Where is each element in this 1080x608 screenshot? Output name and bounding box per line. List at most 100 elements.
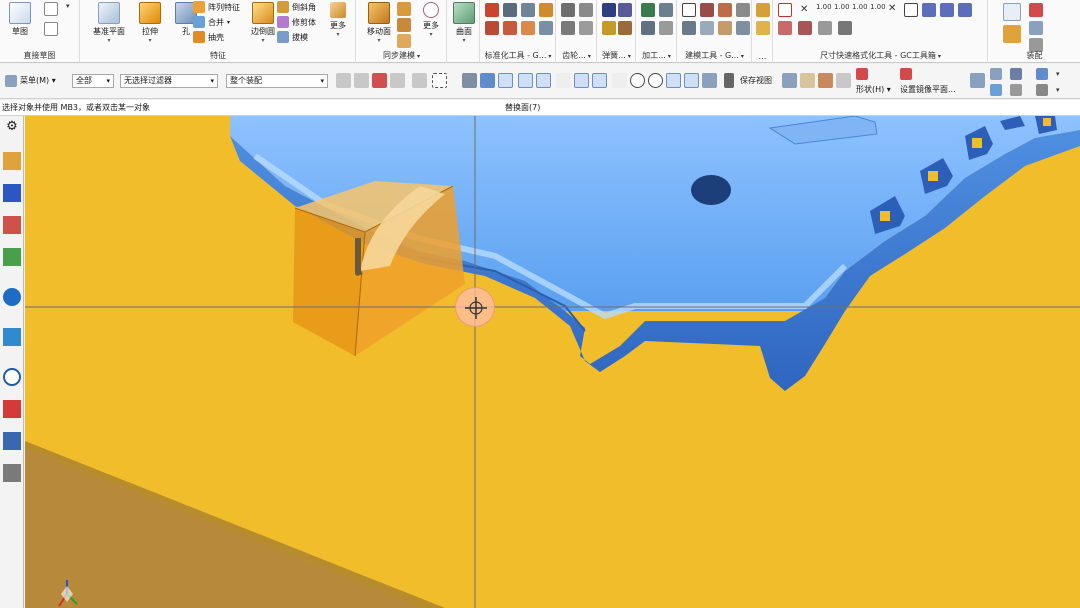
tool-icon[interactable]: [539, 3, 553, 17]
trim-body-button[interactable]: 修剪体: [277, 15, 316, 29]
history-icon[interactable]: [3, 368, 21, 386]
close-icon[interactable]: ✕: [800, 4, 808, 15]
tool-icon[interactable]: [736, 21, 750, 35]
display-icon[interactable]: [1036, 84, 1048, 96]
selection-icon[interactable]: [390, 73, 405, 88]
replace-face-icon[interactable]: [397, 18, 411, 32]
line-icon[interactable]: [536, 73, 551, 88]
machining-icon[interactable]: [641, 21, 655, 35]
dimension-icon[interactable]: [778, 3, 792, 17]
gear-icon[interactable]: [579, 3, 593, 17]
tool-icon[interactable]: [521, 21, 535, 35]
palette-icon[interactable]: [3, 400, 21, 418]
delete-face-icon[interactable]: [397, 34, 411, 48]
spline-icon[interactable]: [574, 73, 589, 88]
part-navigator-icon[interactable]: [3, 216, 21, 234]
tool-icon[interactable]: [503, 3, 517, 17]
system-icon[interactable]: [3, 464, 21, 482]
edge-blend-button[interactable]: 边倒圆 ▾: [245, 2, 281, 44]
wave-icon[interactable]: [592, 73, 607, 88]
web-browser-icon[interactable]: [3, 328, 21, 346]
role-icon[interactable]: [3, 432, 21, 450]
tool-icon[interactable]: [485, 21, 499, 35]
tool-icon[interactable]: [700, 3, 714, 17]
settings-icon[interactable]: ⚙: [3, 118, 21, 136]
graphics-window[interactable]: [25, 116, 1080, 608]
format-icon[interactable]: [922, 3, 936, 17]
tool-icon[interactable]: [718, 3, 732, 17]
move-face-button[interactable]: 移动面 ▾: [361, 2, 397, 44]
tool-icon[interactable]: [700, 21, 714, 35]
shell-button[interactable]: 抽壳: [193, 30, 224, 44]
machining-icon[interactable]: [659, 21, 673, 35]
dimension-icon[interactable]: [778, 21, 792, 35]
shape-button[interactable]: 形状(H) ▾: [856, 84, 891, 95]
format-icon[interactable]: [958, 3, 972, 17]
pattern-feature-button[interactable]: 阵列特征: [193, 0, 240, 14]
type-filter-select[interactable]: 全部 ▾: [72, 74, 114, 88]
dimension-value-icon[interactable]: 1.00: [852, 3, 868, 11]
datum-plane-button[interactable]: 基准平面 ▾: [89, 2, 129, 44]
selection-icon[interactable]: [412, 73, 427, 88]
gear-icon[interactable]: [561, 21, 575, 35]
box-x-icon[interactable]: [904, 3, 918, 17]
line-icon[interactable]: [518, 73, 533, 88]
tool-icon[interactable]: [539, 21, 553, 35]
selection-icon[interactable]: [336, 73, 351, 88]
chevron-down-icon[interactable]: ▾: [1056, 86, 1060, 94]
gear-icon[interactable]: [579, 21, 593, 35]
surface-button[interactable]: 曲面 ▾: [448, 2, 480, 44]
triangle-icon[interactable]: [682, 3, 696, 17]
format-icon[interactable]: [940, 3, 954, 17]
unite-button[interactable]: 合并 ▾: [193, 15, 230, 29]
perpendicular-icon[interactable]: [612, 73, 627, 88]
tool-icon[interactable]: [718, 21, 732, 35]
refresh-icon[interactable]: [990, 84, 1002, 96]
rectangle-icon[interactable]: [44, 22, 58, 36]
lasso-icon[interactable]: [432, 73, 447, 88]
chamfer-button[interactable]: 倒斜角: [277, 0, 316, 14]
view-icon[interactable]: [702, 73, 717, 88]
display-icon[interactable]: [1010, 84, 1022, 96]
selection-icon[interactable]: [354, 73, 369, 88]
curve-icon[interactable]: [556, 73, 571, 88]
tool-icon[interactable]: [503, 21, 517, 35]
add-component-icon[interactable]: [1003, 25, 1021, 43]
assembly-icon[interactable]: [1029, 21, 1043, 35]
spring-icon[interactable]: [618, 21, 632, 35]
spring-icon[interactable]: [618, 3, 632, 17]
tool-icon[interactable]: [682, 21, 696, 35]
spring-icon[interactable]: [602, 21, 616, 35]
tool-icon[interactable]: [521, 3, 535, 17]
tool-icon[interactable]: [485, 3, 499, 17]
dimension-value-icon[interactable]: 1.00: [870, 3, 886, 11]
tangent-icon[interactable]: [684, 73, 699, 88]
cube-icon[interactable]: [462, 73, 477, 88]
display-icon[interactable]: [970, 73, 985, 88]
view-icon[interactable]: [836, 73, 851, 88]
snap-point-icon[interactable]: [498, 73, 513, 88]
machining-icon[interactable]: [659, 3, 673, 17]
assembly-icon[interactable]: [1029, 3, 1043, 17]
assembly-navigator-icon[interactable]: [3, 152, 21, 170]
machining-icon[interactable]: [641, 3, 655, 17]
plus-icon[interactable]: [666, 73, 681, 88]
reuse-library-icon[interactable]: [3, 248, 21, 266]
set-mirror-plane-button[interactable]: 设置镜像平面...: [900, 84, 956, 95]
circle-icon[interactable]: [648, 73, 663, 88]
display-icon[interactable]: [990, 68, 1002, 80]
gear-icon[interactable]: [561, 3, 575, 17]
dimension-icon[interactable]: [818, 21, 832, 35]
more-dropdown-icon[interactable]: ▾: [66, 2, 70, 10]
undo-icon[interactable]: [838, 21, 852, 35]
tool-icon[interactable]: [736, 3, 750, 17]
sketch-button[interactable]: 草图: [3, 2, 37, 37]
constraint-navigator-icon[interactable]: [3, 184, 21, 202]
dimension-value-icon[interactable]: 1.00: [834, 3, 850, 11]
view-icon[interactable]: [818, 73, 833, 88]
draft-button[interactable]: 拔模: [277, 30, 308, 44]
display-icon[interactable]: [1036, 68, 1048, 80]
menu-button[interactable]: 菜单(M) ▾: [20, 75, 56, 86]
view-icon[interactable]: [800, 73, 815, 88]
extrude-button[interactable]: 拉伸 ▾: [133, 2, 167, 44]
